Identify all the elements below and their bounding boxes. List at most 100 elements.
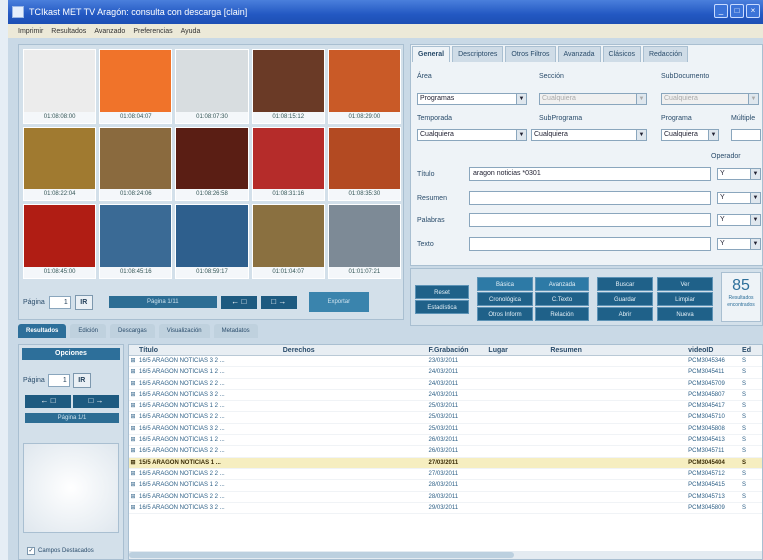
tab-visualizacion[interactable]: Visualización bbox=[158, 324, 210, 338]
go-button[interactable]: IR bbox=[74, 294, 93, 310]
ver-button[interactable]: Ver bbox=[657, 277, 713, 291]
texto-input[interactable] bbox=[469, 237, 711, 251]
next-page-button[interactable]: □ → bbox=[260, 295, 297, 309]
buscar-button[interactable]: Buscar bbox=[597, 277, 653, 291]
video-thumbnail[interactable]: 01:08:24:06 bbox=[99, 126, 173, 202]
table-row[interactable]: ⊞ 16/5 ARAGON NOTICIAS 3 2 ... 23/03/2011 P… bbox=[129, 356, 762, 368]
tab-redaccion[interactable]: Redacción bbox=[642, 46, 689, 62]
palabras-input[interactable] bbox=[469, 213, 711, 227]
expand-icon[interactable]: ⊞ bbox=[129, 446, 137, 456]
tab-descriptores[interactable]: Descriptores bbox=[452, 46, 504, 62]
otros-inform-button[interactable]: Otros Inform bbox=[477, 307, 533, 321]
video-thumbnail[interactable]: 01:08:22:04 bbox=[23, 126, 97, 202]
nueva-button[interactable]: Nueva bbox=[657, 307, 713, 321]
resumen-operator-select[interactable]: Y ▼ bbox=[717, 192, 761, 204]
page-spinner[interactable]: 1 bbox=[48, 295, 71, 309]
col-titulo[interactable]: Título bbox=[137, 345, 283, 355]
table-row[interactable]: ⊞ 16/5 ARAGON NOTICIAS 2 2 ... 28/03/2011 P… bbox=[129, 492, 762, 503]
table-row[interactable]: ⊞ 16/5 ARAGON NOTICIAS 1 2 ... 26/03/2011 P… bbox=[129, 435, 762, 447]
export-button[interactable]: Exportar bbox=[308, 292, 369, 312]
video-thumbnail[interactable]: 01:08:26:58 bbox=[175, 126, 249, 202]
video-thumbnail[interactable]: 01:08:29:00 bbox=[327, 49, 401, 124]
horizontal-scrollbar[interactable] bbox=[129, 551, 762, 559]
video-thumbnail[interactable]: 01:08:59:17 bbox=[175, 204, 249, 279]
table-row[interactable]: ⊞ 16/5 ARAGON NOTICIAS 3 2 ... 25/03/2011 P… bbox=[129, 424, 762, 436]
video-thumbnail[interactable]: 01:01:04:07 bbox=[251, 204, 325, 279]
estadistica-button[interactable]: Estadística bbox=[415, 300, 469, 314]
menu-item[interactable]: Resultados bbox=[51, 28, 86, 35]
avanzada-button[interactable]: Avanzada bbox=[535, 277, 589, 291]
cronologica-button[interactable]: Cronológica bbox=[477, 292, 533, 306]
palabras-operator-select[interactable]: Y ▼ bbox=[717, 214, 761, 226]
col-ed[interactable]: Ed bbox=[742, 345, 762, 355]
expand-icon[interactable]: ⊞ bbox=[129, 356, 137, 366]
col-derechos[interactable]: Derechos bbox=[283, 345, 429, 355]
video-thumbnail[interactable]: 01:08:15:12 bbox=[251, 49, 325, 124]
video-thumbnail[interactable]: 01:08:07:30 bbox=[175, 49, 249, 124]
programa-select[interactable]: Cualquiera ▼ bbox=[661, 129, 719, 141]
multiple-field[interactable] bbox=[731, 129, 761, 141]
options-go-button[interactable]: IR bbox=[72, 373, 91, 388]
expand-icon[interactable]: ⊞ bbox=[129, 458, 137, 468]
seccion-select[interactable]: Cualquiera ▼ bbox=[539, 93, 647, 105]
expand-icon[interactable]: ⊞ bbox=[129, 412, 137, 422]
menu-item[interactable]: Preferencias bbox=[133, 28, 172, 35]
tab-otros-filtros[interactable]: Otros Filtros bbox=[505, 46, 556, 62]
expand-icon[interactable]: ⊞ bbox=[129, 424, 137, 434]
expand-icon[interactable]: ⊞ bbox=[129, 401, 137, 411]
col-lugar[interactable]: Lugar bbox=[488, 345, 550, 355]
texto-operator-select[interactable]: Y ▼ bbox=[717, 238, 761, 250]
ctexto-button[interactable]: C.Texto bbox=[535, 292, 589, 306]
menu-item[interactable]: Imprimir bbox=[18, 28, 43, 35]
table-row[interactable]: ⊞ 16/5 ARAGON NOTICIAS 1 2 ... 28/03/2011 P… bbox=[129, 480, 762, 492]
expand-icon[interactable]: ⊞ bbox=[129, 480, 137, 490]
area-select[interactable]: Programas ▼ bbox=[417, 93, 527, 105]
tab-avanzada[interactable]: Avanzada bbox=[557, 46, 601, 62]
tab-edicion[interactable]: Edición bbox=[70, 324, 107, 338]
table-row[interactable]: ⊞ 16/5 ARAGON NOTICIAS 3 2 ... 29/03/2011 P… bbox=[129, 503, 762, 515]
close-icon[interactable]: × bbox=[746, 4, 760, 18]
minimize-icon[interactable]: _ bbox=[714, 4, 728, 18]
expand-icon[interactable]: ⊞ bbox=[129, 503, 137, 513]
relacion-button[interactable]: Relación bbox=[535, 307, 589, 321]
table-row[interactable]: ⊞ 16/5 ARAGON NOTICIAS 1 2 ... 25/03/2011 P… bbox=[129, 401, 762, 413]
video-thumbnail[interactable]: 01:08:35:30 bbox=[327, 126, 401, 202]
table-row[interactable]: ⊞ 15/5 ARAGON NOTICIAS 1 ... 27/03/2011 PCM… bbox=[129, 457, 762, 469]
basica-button[interactable]: Básica bbox=[477, 277, 533, 291]
video-thumbnail[interactable]: 01:08:04:07 bbox=[99, 49, 173, 124]
resumen-input[interactable] bbox=[469, 191, 711, 205]
table-row[interactable]: ⊞ 16/5 ARAGON NOTICIAS 2 2 ... 27/03/2011 P… bbox=[129, 469, 762, 481]
options-next-button[interactable]: □ → bbox=[73, 395, 119, 408]
expand-icon[interactable]: ⊞ bbox=[129, 492, 137, 502]
titulo-input[interactable]: aragon noticias *0301 bbox=[469, 167, 711, 181]
table-row[interactable]: ⊞ 16/5 ARAGON NOTICIAS 2 2 ... 24/03/2011 P… bbox=[129, 379, 762, 390]
titulo-operator-select[interactable]: Y ▼ bbox=[717, 168, 761, 180]
limpiar-button[interactable]: Limpiar bbox=[657, 292, 713, 306]
col-fgrabacion[interactable]: F.Grabación bbox=[429, 345, 489, 355]
options-page-spinner[interactable]: 1 bbox=[47, 374, 70, 387]
reset-button[interactable]: Reset bbox=[415, 285, 469, 299]
subdoc-select[interactable]: Cualquiera ▼ bbox=[661, 93, 759, 105]
expand-icon[interactable]: ⊞ bbox=[129, 367, 137, 377]
table-row[interactable]: ⊞ 16/5 ARAGON NOTICIAS 1 2 ... 24/03/2011 P… bbox=[129, 367, 762, 379]
tab-clasicos[interactable]: Clásicos bbox=[602, 46, 641, 62]
tab-metadatos[interactable]: Metadatos bbox=[213, 324, 258, 338]
video-thumbnail[interactable]: 01:08:45:00 bbox=[23, 204, 97, 279]
video-thumbnail[interactable]: 01:08:45:16 bbox=[99, 204, 173, 279]
table-row[interactable]: ⊞ 16/5 ARAGON NOTICIAS 3 2 ... 24/03/2011 P… bbox=[129, 390, 762, 402]
abrir-button[interactable]: Abrir bbox=[597, 307, 653, 321]
options-prev-button[interactable]: ← □ bbox=[25, 395, 71, 408]
expand-icon[interactable]: ⊞ bbox=[129, 390, 137, 400]
guardar-button[interactable]: Guardar bbox=[597, 292, 653, 306]
expand-icon[interactable]: ⊞ bbox=[129, 435, 137, 445]
prev-page-button[interactable]: ← □ bbox=[220, 295, 257, 309]
col-resumen[interactable]: Resumen bbox=[550, 345, 688, 355]
col-videoid[interactable]: videoID bbox=[688, 345, 742, 355]
expand-icon[interactable]: ⊞ bbox=[129, 469, 137, 479]
video-thumbnail[interactable]: 01:01:07:21 bbox=[327, 204, 401, 279]
tab-descargas[interactable]: Descargas bbox=[110, 324, 155, 338]
scrollbar-thumb[interactable] bbox=[129, 552, 514, 558]
tab-resultados[interactable]: Resultados bbox=[18, 324, 67, 338]
menu-item[interactable]: Ayuda bbox=[181, 28, 201, 35]
menu-item[interactable]: Avanzado bbox=[94, 28, 125, 35]
